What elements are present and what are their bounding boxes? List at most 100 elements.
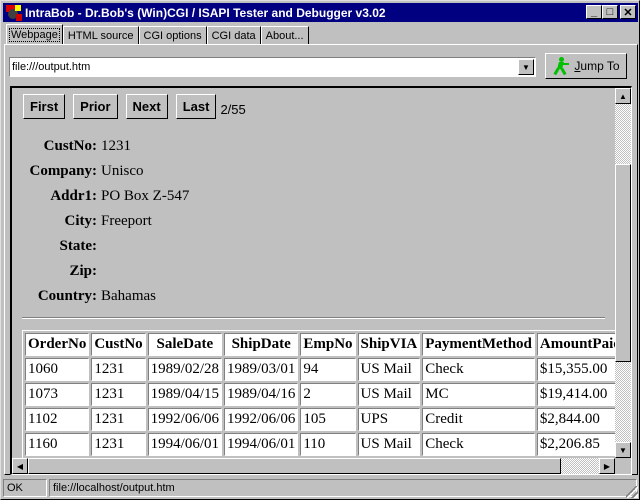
table-cell: $2,844.00: [536, 408, 615, 431]
chevron-down-icon[interactable]: ▼: [518, 59, 534, 75]
table-cell: US Mail: [357, 433, 421, 456]
prior-button[interactable]: Prior: [73, 94, 118, 119]
app-icon[interactable]: [6, 4, 22, 21]
field-value: Freeport: [101, 213, 152, 229]
table-cell: 105: [300, 408, 356, 431]
maximize-button[interactable]: □: [602, 5, 618, 19]
field-label: Addr1:: [50, 188, 97, 204]
vertical-scrollbar[interactable]: ▲ ▼: [615, 88, 631, 458]
table-cell: $2,206.85: [536, 433, 615, 456]
field-label: Country:: [37, 288, 97, 304]
title-bar: IntraBob - Dr.Bob's (Win)CGI / ISAPI Tes…: [3, 3, 638, 22]
table-cell: 1992/06/06: [224, 408, 299, 431]
table-cell: 1231: [91, 383, 146, 406]
status-url: file://localhost/output.htm: [49, 479, 637, 497]
field-row: Addr1: PO Box Z-547: [12, 184, 189, 209]
field-row: Zip:: [12, 259, 189, 284]
divider: [22, 317, 605, 319]
tab-label: Webpage: [9, 27, 60, 42]
horizontal-scroll-thumb[interactable]: [28, 458, 561, 474]
table-row: 1102 1231 1992/06/06 1992/06/06 105 UPS …: [25, 408, 615, 431]
field-label: State:: [59, 238, 98, 254]
minimize-button[interactable]: _: [586, 5, 602, 19]
table-cell: 1231: [91, 358, 146, 381]
column-header: PaymentMethod: [422, 333, 535, 356]
url-combobox[interactable]: file:///output.htm ▼: [9, 57, 536, 77]
table-cell: 1992/06/06: [147, 408, 223, 431]
table-cell: $19,414.00: [536, 383, 615, 406]
field-row: CustNo: 1231: [12, 134, 189, 159]
field-value: Unisco: [101, 163, 144, 179]
column-header: ShipVIA: [357, 333, 421, 356]
column-header: SaleDate: [147, 333, 223, 356]
field-label: CustNo:: [43, 138, 97, 154]
horizontal-scrollbar[interactable]: ◀ ▶: [12, 458, 615, 474]
jump-to-label: Jump To: [574, 59, 620, 73]
table-cell: 1231: [91, 408, 146, 431]
table-cell: 1060: [25, 358, 90, 381]
table-cell: 1102: [25, 408, 90, 431]
field-row: Company: Unisco: [12, 159, 189, 184]
record-counter: 2/55: [220, 102, 246, 117]
field-value: 1231: [101, 138, 131, 154]
table-cell: 1989/04/15: [147, 383, 223, 406]
column-header: CustNo: [91, 333, 146, 356]
page-content: First Prior Next Last 2/55 CustNo: 1231 C…: [12, 88, 615, 458]
table-row: 1160 1231 1994/06/01 1994/06/01 110 US M…: [25, 433, 615, 456]
column-header: AmountPaid: [536, 333, 615, 356]
field-value: PO Box Z-547: [101, 188, 190, 204]
tab-bar: Webpage HTML source CGI options CGI data…: [6, 24, 309, 44]
table-cell: 2: [300, 383, 356, 406]
table-cell: UPS: [357, 408, 421, 431]
tab-html-source[interactable]: HTML source: [62, 26, 139, 44]
field-label: Zip:: [69, 263, 97, 279]
table-header-row: OrderNo CustNo SaleDate ShipDate EmpNo S…: [25, 333, 615, 356]
jump-to-button[interactable]: Jump To: [545, 53, 627, 79]
table-cell: 1994/06/01: [224, 433, 299, 456]
orders-table: OrderNo CustNo SaleDate ShipDate EmpNo S…: [22, 330, 615, 458]
table-cell: 1989/03/01: [224, 358, 299, 381]
first-button[interactable]: First: [23, 94, 66, 119]
walking-man-icon: [552, 57, 570, 76]
status-state: OK: [3, 479, 47, 497]
next-button[interactable]: Next: [125, 94, 168, 119]
table-row: 1073 1231 1989/04/15 1989/04/16 2 US Mai…: [25, 383, 615, 406]
field-label: Company:: [29, 163, 97, 179]
scroll-down-icon[interactable]: ▼: [615, 442, 631, 458]
column-header: OrderNo: [25, 333, 90, 356]
table-cell: US Mail: [357, 383, 421, 406]
tab-cgi-options[interactable]: CGI options: [138, 26, 207, 44]
scrollbar-corner: [615, 458, 631, 474]
table-cell: 1994/06/01: [147, 433, 223, 456]
field-row: City: Freeport: [12, 209, 189, 234]
table-cell: Check: [422, 433, 535, 456]
scroll-up-icon[interactable]: ▲: [615, 88, 631, 104]
tab-cgi-data[interactable]: CGI data: [206, 26, 261, 44]
field-row: State:: [12, 234, 189, 259]
table-cell: $15,355.00: [536, 358, 615, 381]
status-bar: OK file://localhost/output.htm: [3, 479, 639, 499]
table-cell: 110: [300, 433, 356, 456]
resize-grip-icon[interactable]: [626, 486, 638, 498]
url-input[interactable]: file:///output.htm: [10, 61, 518, 73]
tab-about[interactable]: About...: [260, 26, 309, 44]
table-cell: 1073: [25, 383, 90, 406]
tab-webpage[interactable]: Webpage: [6, 24, 63, 44]
table-cell: 1160: [25, 433, 90, 456]
column-header: ShipDate: [224, 333, 299, 356]
field-row: Country: Bahamas: [12, 284, 189, 309]
table-cell: MC: [422, 383, 535, 406]
table-row: 1060 1231 1989/02/28 1989/03/01 94 US Ma…: [25, 358, 615, 381]
close-button[interactable]: ✕: [620, 5, 636, 19]
field-value: Bahamas: [101, 288, 156, 304]
field-label: City:: [64, 213, 98, 229]
last-button[interactable]: Last: [175, 94, 217, 119]
vertical-scroll-thumb[interactable]: [615, 164, 631, 362]
column-header: EmpNo: [300, 333, 356, 356]
customer-fields: CustNo: 1231 Company: Unisco Addr1: PO Box …: [12, 134, 189, 309]
table-cell: 1231: [91, 433, 146, 456]
scroll-right-icon[interactable]: ▶: [599, 458, 615, 474]
table-cell: 94: [300, 358, 356, 381]
scroll-left-icon[interactable]: ◀: [12, 458, 28, 474]
record-navigation: First Prior Next Last 2/55: [23, 94, 246, 119]
